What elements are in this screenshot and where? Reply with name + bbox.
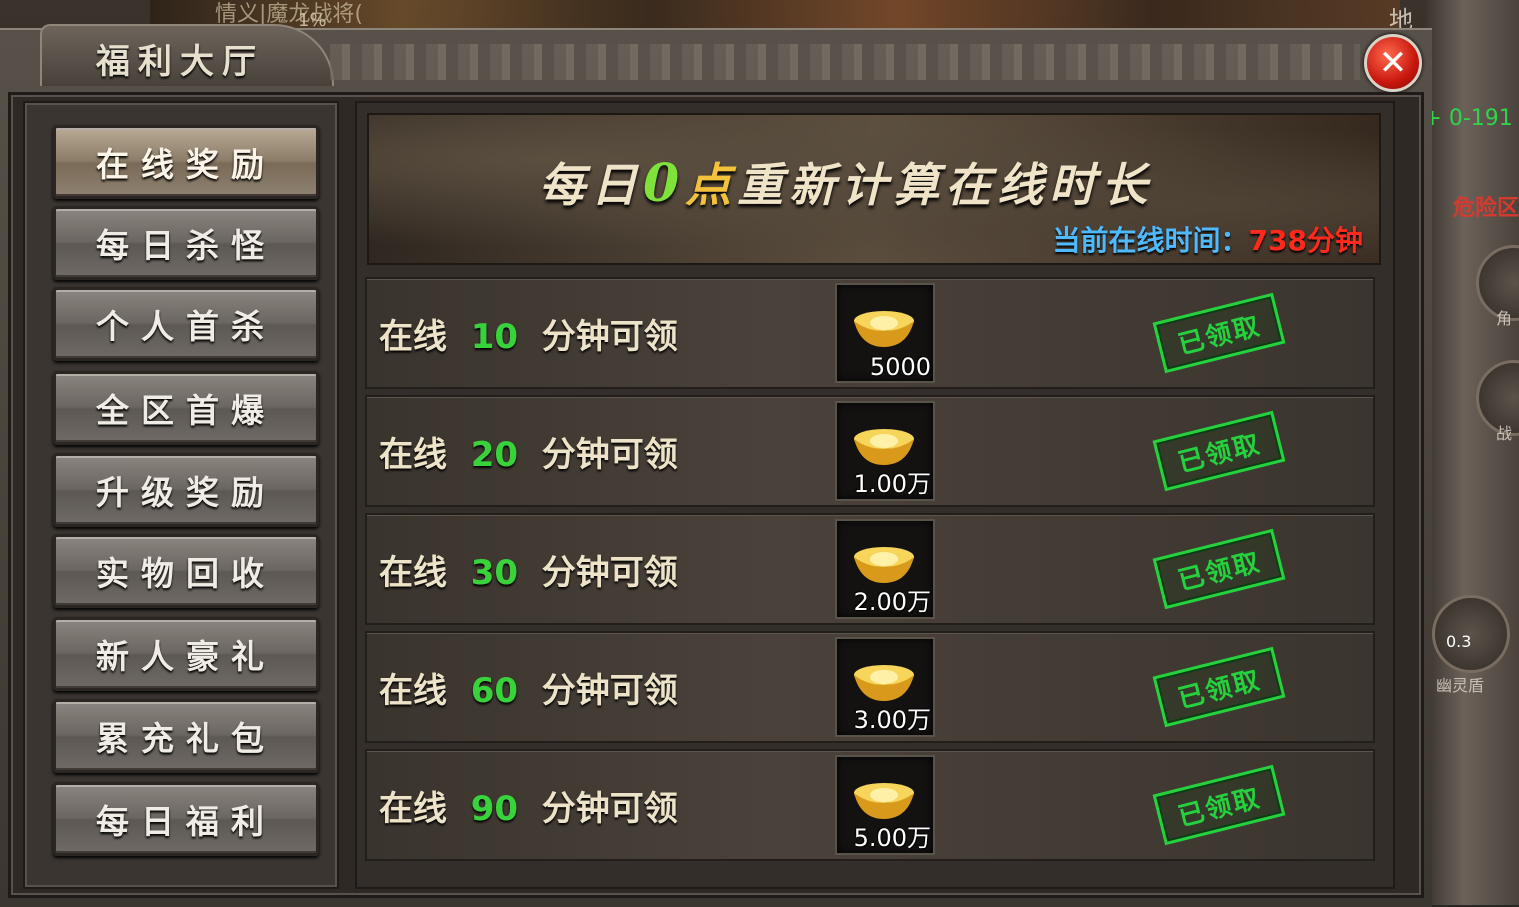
menu-item-newbie-gift[interactable]: 新人豪礼 [53,617,319,691]
gold-ingot-icon [854,311,914,347]
title-bar-decoration [330,44,1360,80]
condition-minutes: 20 [470,435,519,475]
condition-minutes: 10 [470,317,519,357]
menu-item-daily-welfare[interactable]: 每日福利 [53,782,319,856]
menu-item-online-reward[interactable]: 在线奖励 [53,125,319,199]
reward-row: 在线 90 分钟可领 5.00万 已领取 [365,749,1375,861]
gold-ingot-icon [854,783,914,819]
reward-item-slot[interactable]: 5.00万 [835,755,935,855]
gold-ingot-icon [854,429,914,465]
reward-condition: 在线 90 分钟可领 [379,781,678,830]
close-button[interactable]: ✕ [1364,34,1422,92]
online-time-value: 738分钟 [1248,224,1363,257]
condition-prefix: 在线 [379,789,447,829]
claimed-status-stamp: 已领取 [1152,528,1286,610]
current-online-time: 当前在线时间：738分钟 [1053,219,1363,259]
condition-suffix: 分钟可领 [541,435,678,475]
welfare-menu: 在线奖励 每日杀怪 个人首杀 全区首爆 升级奖励 实物回收 新人豪礼 累充礼包 … [23,101,339,889]
banner-title-prefix: 每日 [539,158,643,212]
close-icon: ✕ [1378,43,1408,83]
online-time-label: 当前在线时间： [1052,224,1249,257]
banner-title-zero: 0 [643,153,686,214]
skill-name: 幽灵盾 [1436,676,1485,695]
reward-condition: 在线 30 分钟可领 [379,545,678,594]
condition-prefix: 在线 [379,553,447,593]
menu-item-personal-first-kill[interactable]: 个人首杀 [53,287,319,361]
claimed-status-stamp: 已领取 [1152,764,1286,846]
banner-title-dot: 点 [685,158,738,212]
condition-minutes: 90 [470,789,519,829]
reward-amount: 2.00万 [853,588,931,616]
game-side-panel [1427,0,1519,905]
welfare-hall-window: 福利大厅 ✕ 在线奖励 每日杀怪 个人首杀 全区首爆 升级奖励 实物回收 新人豪… [0,24,1432,907]
condition-minutes: 30 [470,553,519,593]
reward-row: 在线 20 分钟可领 1.00万 已领取 [365,395,1375,507]
claimed-status-stamp: 已领取 [1152,292,1286,374]
gold-ingot-icon [854,547,914,583]
side-small-label: 战 [1496,424,1513,443]
reward-row: 在线 30 分钟可领 2.00万 已领取 [365,513,1375,625]
reward-amount: 3.00万 [853,706,931,734]
condition-prefix: 在线 [379,435,447,475]
online-reward-panel: 每日0点重新计算在线时长 当前在线时间：738分钟 在线 10 分钟可领 500… [355,101,1395,889]
menu-item-server-first-drop[interactable]: 全区首爆 [53,371,319,445]
claimed-status-stamp: 已领取 [1152,646,1286,728]
menu-item-level-reward[interactable]: 升级奖励 [53,453,319,527]
reward-amount: 5.00万 [853,824,931,852]
condition-suffix: 分钟可领 [541,317,678,357]
condition-suffix: 分钟可领 [541,553,678,593]
reward-item-slot[interactable]: 5000 [835,283,935,383]
menu-item-cumulative-recharge[interactable]: 累充礼包 [53,699,319,773]
condition-prefix: 在线 [379,317,447,357]
banner-title-suffix: 重新计算在线时长 [737,158,1154,212]
side-small-label: 角 [1496,309,1513,328]
reward-item-slot[interactable]: 1.00万 [835,401,935,501]
banner-title: 每日0点重新计算在线时长 [539,149,1153,215]
condition-minutes: 60 [470,671,519,711]
window-body: 在线奖励 每日杀怪 个人首杀 全区首爆 升级奖励 实物回收 新人豪礼 累充礼包 … [8,92,1424,898]
window-title: 福利大厅 [96,42,264,82]
danger-zone-label: 危险区 [1452,196,1519,221]
condition-suffix: 分钟可领 [541,671,678,711]
reward-row: 在线 60 分钟可领 3.00万 已领取 [365,631,1375,743]
menu-item-item-recycle[interactable]: 实物回收 [53,534,319,608]
reward-row: 在线 10 分钟可领 5000 已领取 [365,277,1375,389]
claimed-status-stamp: 已领取 [1152,410,1286,492]
map-corner-label: 地 [1389,6,1413,34]
reward-item-slot[interactable]: 3.00万 [835,637,935,737]
condition-suffix: 分钟可领 [541,789,678,829]
skill-cooldown: 0.3 [1446,632,1472,651]
reward-condition: 在线 20 分钟可领 [379,427,678,476]
reward-condition: 在线 60 分钟可领 [379,663,678,712]
menu-item-daily-kill[interactable]: 每日杀怪 [53,206,319,280]
reward-amount: 1.00万 [853,470,931,498]
reward-item-slot[interactable]: 2.00万 [835,519,935,619]
condition-prefix: 在线 [379,671,447,711]
reward-amount: 5000 [869,353,931,381]
reward-condition: 在线 10 分钟可领 [379,309,678,358]
info-banner: 每日0点重新计算在线时长 当前在线时间：738分钟 [367,113,1381,265]
gold-ingot-icon [854,665,914,701]
